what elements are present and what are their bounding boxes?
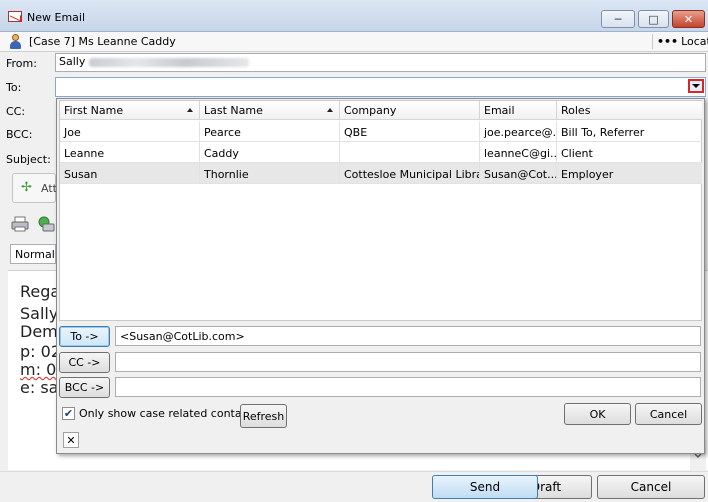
cc-recipients-field[interactable]: [115, 352, 701, 372]
person-icon: [9, 34, 21, 49]
cell-roles: Bill To, Referrer: [561, 126, 645, 139]
column-label: Last Name: [204, 104, 263, 117]
from-value: Sally: [59, 55, 86, 68]
ok-button[interactable]: OK: [564, 403, 631, 425]
grid-header: First Name Last Name Company Email Roles: [60, 101, 702, 120]
cc-arrow-label: CC ->: [68, 356, 101, 369]
column-header-roles[interactable]: Roles: [557, 101, 702, 120]
email-icon: [8, 11, 22, 22]
bottom-bar: Draft Send Cancel: [0, 471, 708, 502]
case-bar: [Case 7] Ms Leanne Caddy •••Locate: [0, 32, 708, 52]
window-title: New Email: [27, 11, 86, 24]
picker-cancel-label: Cancel: [649, 407, 688, 421]
cell-email: Susan@Cot...: [480, 163, 557, 184]
cell-company: QBE: [340, 121, 480, 142]
bcc-label: BCC:: [6, 128, 33, 141]
cell-company: [340, 142, 480, 163]
only-case-contacts-label: Only show case related contacts: [79, 407, 258, 420]
cell-first-name: Joe: [60, 121, 200, 142]
to-label: To:: [6, 81, 22, 94]
paperclip-add-icon: ✢: [21, 180, 32, 195]
from-label: From:: [6, 57, 37, 70]
contact-picker-popup: First Name Last Name Company Email Roles…: [56, 98, 705, 454]
refresh-button[interactable]: Refresh: [240, 404, 287, 428]
attach-label: Att: [41, 182, 57, 195]
cell-company: Cottesloe Municipal Library: [340, 163, 480, 184]
cc-arrow-button[interactable]: CC ->: [59, 352, 110, 373]
only-case-contacts-checkbox[interactable]: ✔: [62, 407, 75, 420]
picker-cancel-button[interactable]: Cancel: [635, 403, 702, 425]
close-icon: ✕: [683, 12, 694, 26]
ok-label: OK: [589, 407, 606, 421]
from-field[interactable]: Sally: [55, 53, 706, 72]
signature-line: Rega: [20, 282, 61, 301]
column-label: Email: [484, 104, 515, 117]
cell-first-name: Leanne: [60, 142, 200, 163]
column-label: First Name: [64, 104, 124, 117]
signature-line: e: sa: [20, 378, 59, 397]
send-label: Send: [469, 480, 501, 494]
divider: [652, 34, 653, 49]
cell-email: leanneC@gi...: [480, 142, 557, 163]
to-field[interactable]: [55, 77, 706, 97]
to-arrow-button[interactable]: To ->: [59, 326, 110, 347]
table-row-selected[interactable]: Susan Thornlie Cottesloe Municipal Libra…: [60, 163, 702, 184]
table-row[interactable]: Joe Pearce QBE joe.pearce@... Bill To, R…: [60, 121, 702, 142]
bcc-arrow-button[interactable]: BCC ->: [59, 377, 110, 398]
send-button[interactable]: Send: [432, 475, 538, 499]
case-label: [Case 7] Ms Leanne Caddy: [29, 35, 176, 48]
close-button[interactable]: ✕: [672, 10, 705, 28]
locate-button[interactable]: •••Locate: [657, 35, 708, 48]
table-row[interactable]: Leanne Caddy leanneC@gi... Client: [60, 142, 702, 163]
signature-line: Dem: [20, 322, 58, 341]
maximize-button[interactable]: □: [638, 10, 669, 28]
to-recipients-field[interactable]: <Susan@CotLib.com>: [115, 326, 701, 346]
column-header-company[interactable]: Company: [340, 101, 480, 120]
spellcheck-icon[interactable]: [37, 216, 55, 232]
column-header-last-name[interactable]: Last Name: [200, 101, 340, 120]
checkmark-icon: ✔: [63, 407, 74, 420]
cell-last-name: Caddy: [200, 142, 340, 163]
minimize-icon: ─: [614, 12, 622, 26]
cell-roles: Employer: [561, 168, 614, 181]
title-bar: New Email ─ □ ✕: [0, 0, 708, 32]
cell-roles: Client: [561, 147, 593, 160]
redacted-email: [89, 57, 250, 67]
signature-line: p: 02: [20, 342, 61, 361]
bcc-recipients-field[interactable]: [115, 377, 701, 397]
contacts-grid: First Name Last Name Company Email Roles…: [59, 100, 702, 321]
printer-icon[interactable]: [11, 216, 29, 232]
close-icon: ✕: [66, 433, 76, 447]
to-arrow-label: To ->: [70, 330, 99, 343]
subject-label: Subject:: [6, 153, 51, 166]
paragraph-style-select[interactable]: Normal: [10, 244, 56, 264]
refresh-label: Refresh: [242, 409, 285, 423]
cell-first-name: Susan: [60, 163, 200, 184]
sort-ascending-icon: [327, 108, 333, 112]
to-dropdown-button[interactable]: [688, 79, 704, 93]
bcc-arrow-label: BCC ->: [64, 381, 105, 394]
to-recipients-value: <Susan@CotLib.com>: [120, 330, 245, 343]
cancel-button[interactable]: Cancel: [597, 475, 705, 499]
column-label: Roles: [561, 104, 591, 117]
attach-button[interactable]: ✢ Att: [12, 173, 57, 203]
cell-last-name: Thornlie: [200, 163, 340, 184]
cc-label: CC:: [6, 105, 26, 118]
cell-email: joe.pearce@...: [480, 121, 557, 142]
column-header-email[interactable]: Email: [480, 101, 557, 120]
style-value: Normal: [15, 248, 55, 261]
cancel-label: Cancel: [630, 480, 672, 494]
locate-label: Locate: [681, 35, 708, 48]
column-header-first-name[interactable]: First Name: [60, 101, 200, 120]
minimize-button[interactable]: ─: [601, 10, 635, 28]
sort-ascending-icon: [187, 108, 193, 112]
signature-line: Sally: [20, 304, 59, 323]
column-label: Company: [344, 104, 397, 117]
chevron-down-icon: [692, 84, 700, 88]
maximize-icon: □: [648, 12, 659, 26]
cell-last-name: Pearce: [200, 121, 340, 142]
ellipsis-icon: •••: [657, 35, 679, 48]
popup-close-button[interactable]: ✕: [63, 432, 79, 448]
